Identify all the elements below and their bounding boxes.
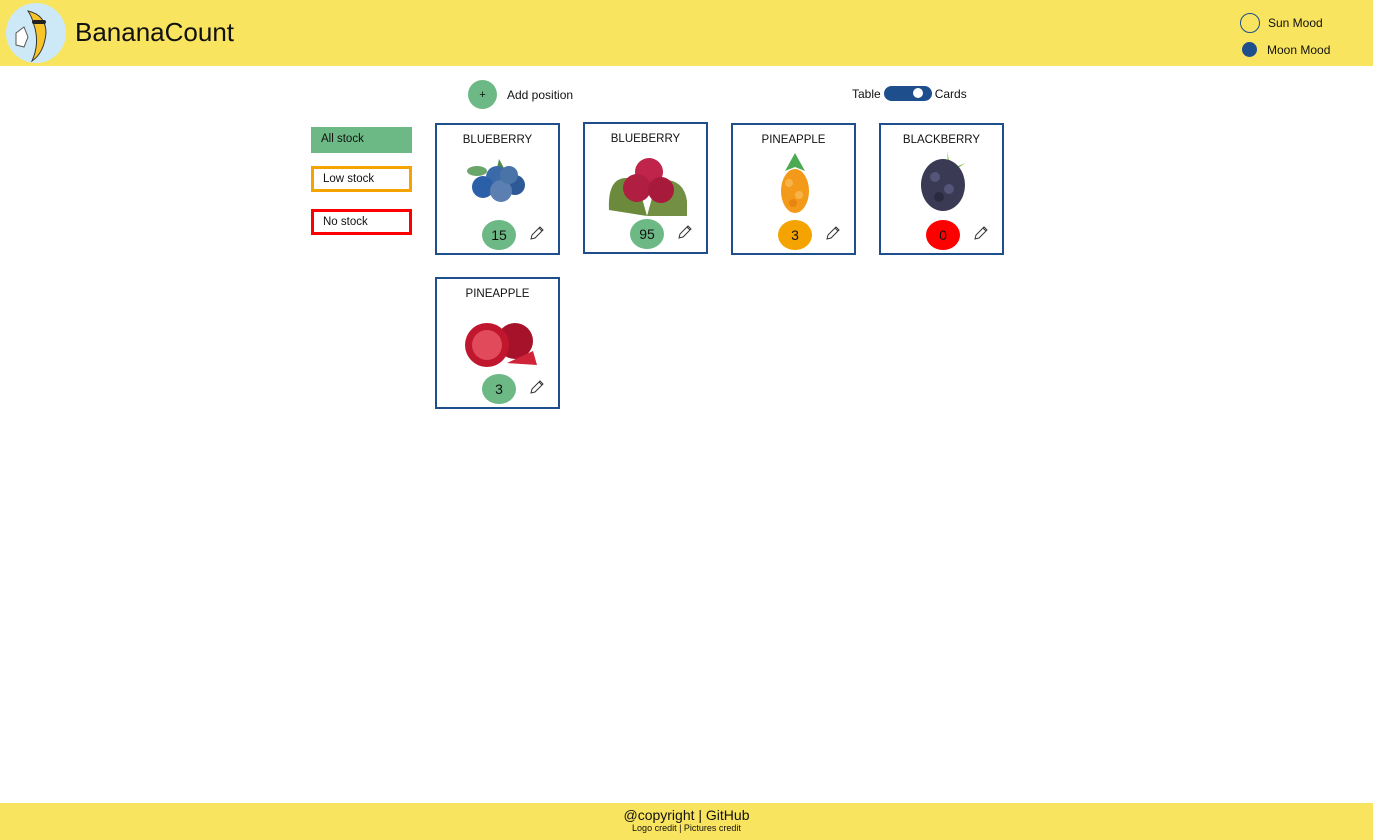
view-toggle: Table Cards (852, 86, 967, 101)
sun-mood-label: Sun Mood (1268, 16, 1323, 30)
card-fruit-name: BLACKBERRY (902, 134, 981, 146)
card-fruit-name: PINEAPPLE (465, 288, 530, 300)
stock-count-badge: 3 (482, 374, 516, 404)
blackberry-image (921, 151, 965, 211)
card-fruit-name: BLUEBERRY (462, 134, 533, 146)
pencil-edit-icon[interactable] (973, 225, 989, 241)
stock-card[interactable]: PINEAPPLE 3 (731, 123, 856, 255)
stock-card[interactable]: BLACKBERRY 0 (879, 123, 1004, 255)
pencil-edit-icon[interactable] (529, 225, 545, 241)
moon-mood-option[interactable]: Moon Mood (1240, 42, 1330, 57)
stock-count-badge: 3 (778, 220, 812, 250)
footer-links[interactable]: @copyright | GitHub (0, 803, 1373, 823)
stock-count-badge: 95 (630, 219, 664, 249)
stock-card[interactable]: BLUEBERRY 95 (583, 122, 708, 254)
pencil-edit-icon[interactable] (529, 379, 545, 395)
add-position-button[interactable]: + (468, 80, 497, 109)
filter-low-stock[interactable]: Low stock (311, 166, 412, 192)
stock-card[interactable]: BLUEBERRY 15 (435, 123, 560, 255)
footer-credits[interactable]: Logo credit | Pictures credit (0, 823, 1373, 833)
footer: @copyright | GitHub Logo credit | Pictur… (0, 803, 1373, 840)
filter-no-stock[interactable]: No stock (311, 209, 412, 235)
app-title: BananaCount (75, 17, 235, 47)
toggle-cards-label[interactable]: Cards (935, 87, 967, 101)
card-fruit-name: BLUEBERRY (610, 133, 681, 145)
stock-count-badge: 0 (926, 220, 960, 250)
radio-filled-icon (1242, 42, 1257, 57)
sun-mood-option[interactable]: Sun Mood (1240, 13, 1323, 33)
stock-card[interactable]: PINEAPPLE 3 (435, 277, 560, 409)
cranberry-image (608, 158, 687, 216)
add-position-label: Add position (507, 87, 574, 102)
pomegranate-image (465, 323, 537, 367)
moon-mood-label: Moon Mood (1267, 42, 1331, 57)
header: BananaCount Sun Mood Moon Mood (0, 0, 1373, 66)
banana-logo-icon (6, 3, 66, 63)
blueberry-image (467, 159, 525, 202)
stock-count-badge: 15 (482, 220, 516, 250)
card-fruit-name: PINEAPPLE (761, 134, 826, 146)
toggle-table-label[interactable]: Table (852, 87, 881, 101)
radio-empty-icon (1240, 13, 1260, 33)
seabuckthorn-image (781, 153, 809, 213)
filter-all-stock[interactable]: All stock (311, 127, 412, 153)
pencil-edit-icon[interactable] (677, 224, 693, 240)
view-switch[interactable] (883, 86, 932, 101)
pencil-edit-icon[interactable] (825, 225, 841, 241)
add-position: + Add position (468, 80, 573, 109)
